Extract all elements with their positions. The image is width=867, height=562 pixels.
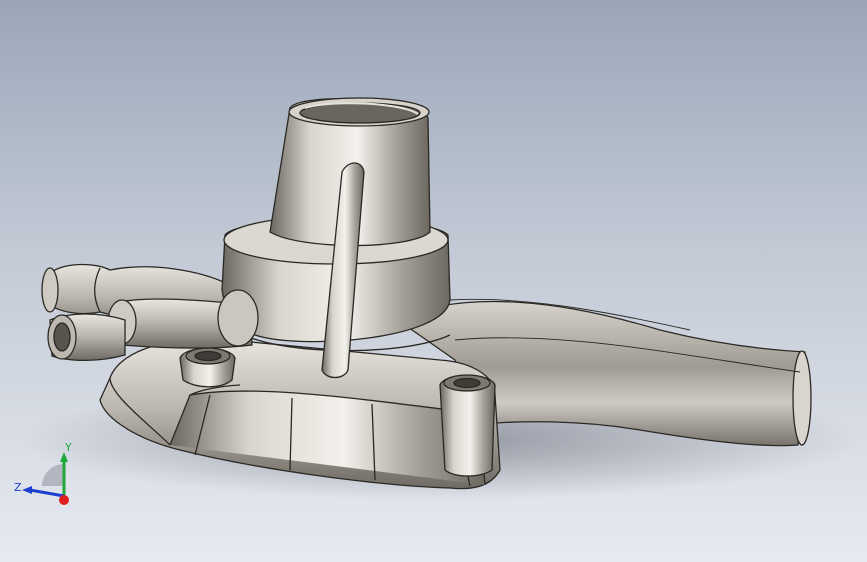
bolt-boss-left xyxy=(179,347,236,388)
orientation-triad[interactable]: Y Z xyxy=(8,438,88,518)
bolt-boss-right xyxy=(439,374,496,477)
water-pump-model[interactable] xyxy=(0,0,867,562)
triad-z-arrow xyxy=(22,486,32,494)
graphics-viewport[interactable]: Y Z xyxy=(0,0,867,562)
triad-y-label: Y xyxy=(64,441,72,454)
triad-arc xyxy=(42,464,64,486)
triad-z-axis xyxy=(29,488,65,498)
triad-z-label: Z xyxy=(14,481,22,494)
triad-x-axis xyxy=(59,495,69,505)
